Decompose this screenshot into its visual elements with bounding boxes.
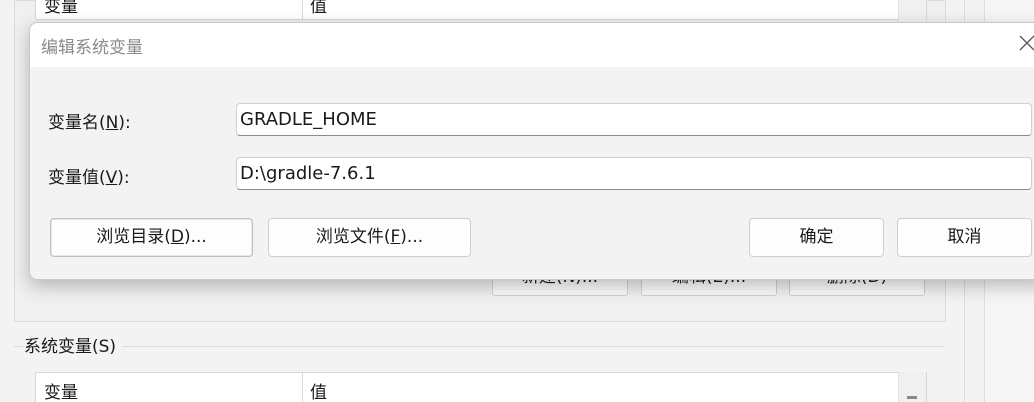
variable-name-label: 变量名(N): xyxy=(48,113,131,133)
browse-file-button[interactable]: 浏览文件(F)... xyxy=(268,218,471,257)
browse-directory-button[interactable]: 浏览目录(D)... xyxy=(50,218,253,257)
user-variables-table-header: 变量 值 xyxy=(35,0,927,20)
dialog-title: 编辑系统变量 xyxy=(41,38,143,58)
system-table-scrollbar[interactable] xyxy=(898,372,926,402)
column-divider[interactable] xyxy=(302,373,303,402)
column-header-variable[interactable]: 变量 xyxy=(44,0,78,17)
edit-system-variable-dialog: 编辑系统变量 变量名(N): GRADLE_HOME 变量值(V): D:\gr… xyxy=(29,22,1034,280)
variable-name-input[interactable]: GRADLE_HOME xyxy=(236,103,1032,136)
screen: 变量 值 新建(N)... 编辑(E)... 删除(D) 系统变量(S) 变量 … xyxy=(0,0,1034,402)
ok-button[interactable]: 确定 xyxy=(749,218,884,257)
column-header-value[interactable]: 值 xyxy=(310,0,327,17)
column-header-variable[interactable]: 变量 xyxy=(44,378,78,402)
close-icon[interactable] xyxy=(1016,31,1034,53)
system-variables-label: 系统变量(S) xyxy=(24,332,123,357)
system-group-divider xyxy=(14,346,944,347)
cancel-button[interactable]: 取消 xyxy=(897,218,1032,257)
variable-value-input[interactable]: D:\gradle-7.6.1 xyxy=(236,157,1032,190)
dialog-titlebar[interactable]: 编辑系统变量 xyxy=(30,23,1034,67)
column-header-value[interactable]: 值 xyxy=(310,378,327,402)
system-variables-table-header: 变量 值 xyxy=(35,372,927,402)
scroll-down-icon[interactable] xyxy=(907,396,917,399)
column-divider[interactable] xyxy=(302,0,303,19)
variable-value-label: 变量值(V): xyxy=(48,168,130,188)
